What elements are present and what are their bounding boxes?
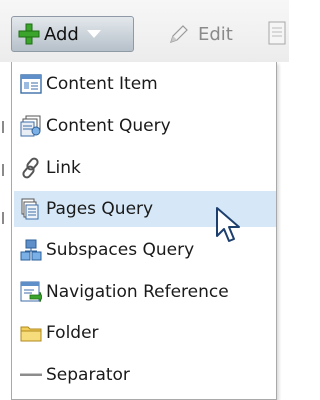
add-button[interactable]: Add [11,16,134,52]
menu-item-label: Link [46,158,81,178]
navigation-reference-icon [20,281,42,303]
menu-item-folder[interactable]: Folder [14,315,276,351]
folder-icon [20,326,42,342]
menu-item-label: Navigation Reference [46,282,229,302]
link-icon [22,157,39,179]
menu-item-label: Content Item [46,74,158,94]
document-icon [268,21,286,45]
menu-item-label: Subspaces Query [46,240,195,260]
menu-item-content-query[interactable]: Content Query [14,108,276,144]
content-item-icon [20,74,42,94]
chevron-down-icon [86,30,101,38]
content-query-icon [20,115,41,137]
menu-item-link[interactable]: Link [14,150,276,186]
menu-item-label: Separator [46,365,130,385]
edit-button-label: Edit [198,23,233,45]
pages-query-icon [21,198,39,220]
mouse-pointer-icon [216,207,240,242]
menu-item-label: Content Query [46,116,171,136]
menu-item-navigation-reference[interactable]: Navigation Reference [14,274,276,310]
menu-item-separator[interactable]: Separator [14,357,276,393]
menu-item-content-item[interactable]: Content Item [14,66,276,102]
toolbar: Add Edit [0,0,289,62]
add-button-label: Add [44,23,79,45]
pencil-icon [170,25,188,43]
menu-item-label: Pages Query [46,199,154,219]
edit-button[interactable]: Edit [168,20,233,48]
plus-icon [18,23,40,45]
separator-icon [20,373,42,376]
menu-item-label: Folder [46,323,99,343]
subspaces-query-icon [20,239,42,261]
